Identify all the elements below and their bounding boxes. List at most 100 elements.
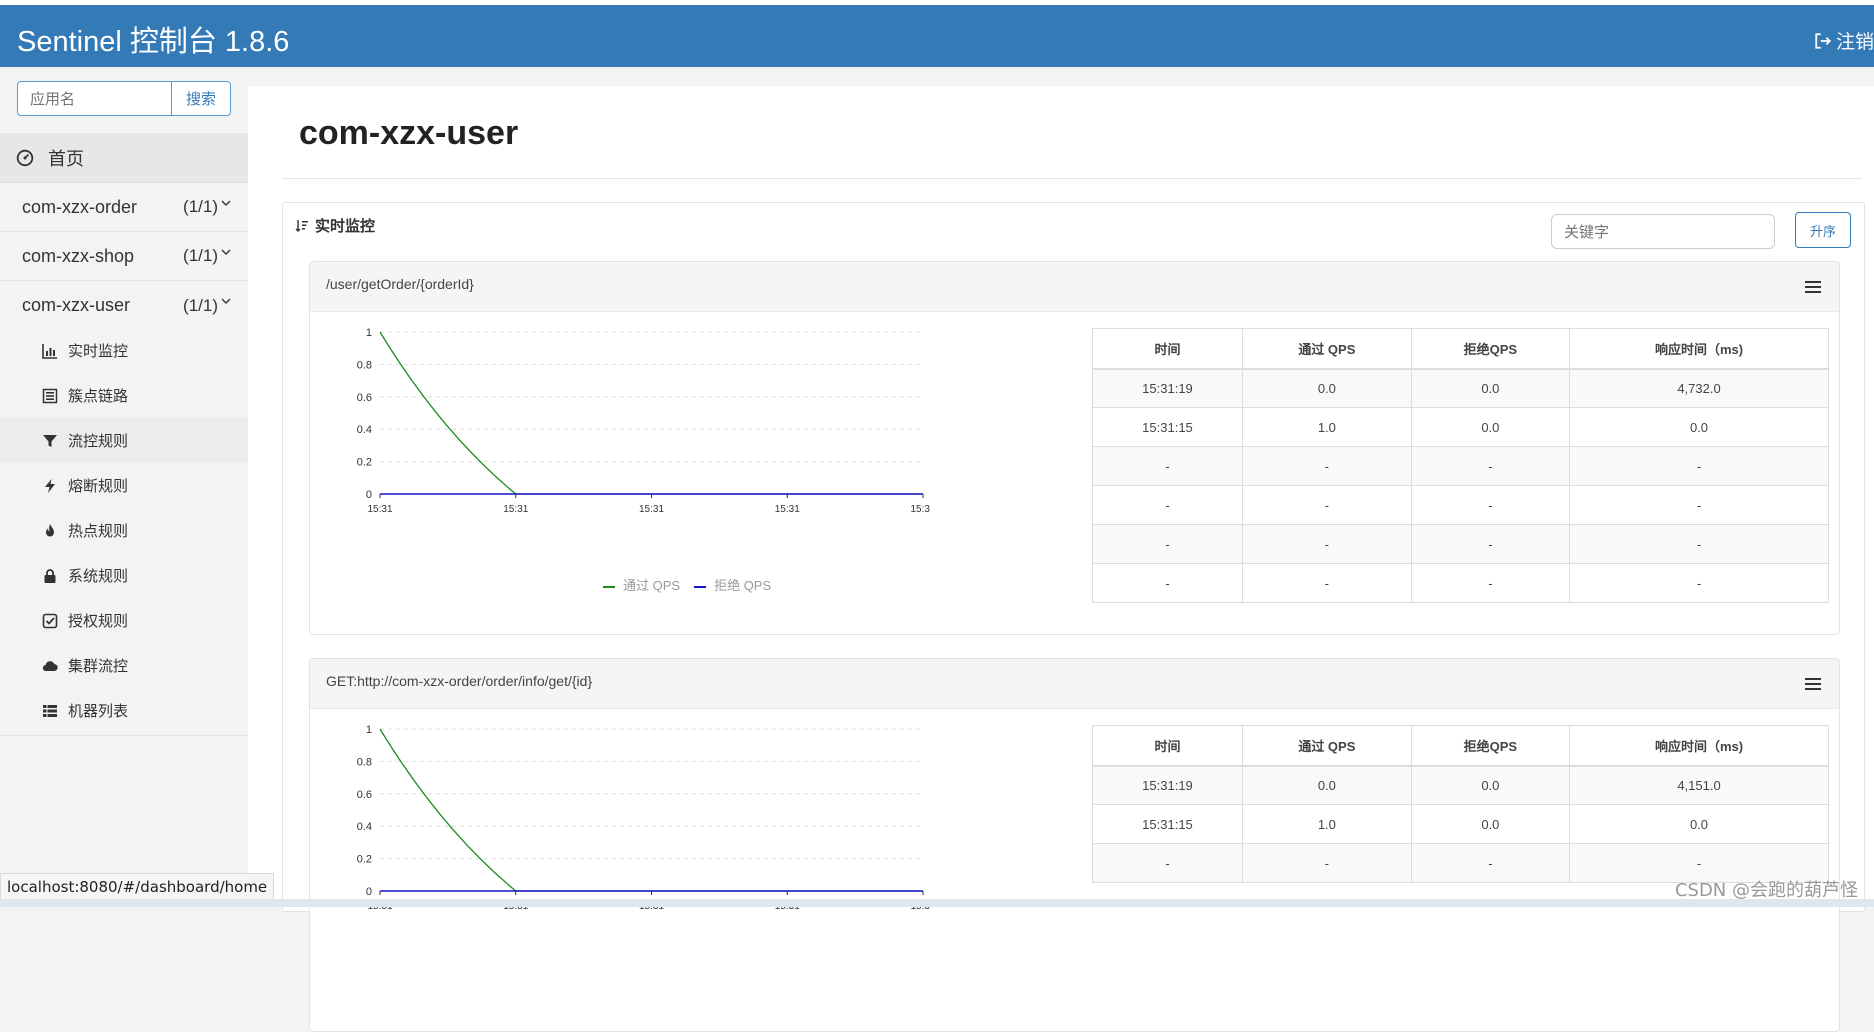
table-row: 15:31:15 1.0 0.0 0.0 [1092, 407, 1829, 447]
app-search-input[interactable] [17, 81, 171, 116]
col-time: 时间 [1092, 725, 1243, 767]
cell: - [1241, 843, 1412, 883]
sidebar-item-hotspot-rules[interactable]: 热点规则 [0, 508, 248, 553]
table-row: ---- [1092, 524, 1829, 564]
sidebar-item-label: 流控规则 [68, 432, 129, 450]
legend-label: 通过 QPS [623, 578, 681, 593]
sidebar-item-auth-rules[interactable]: 授权规则 [0, 598, 248, 643]
taskbar [0, 899, 1874, 907]
legend-label: 拒绝 QPS [714, 578, 772, 593]
list-alt-icon [42, 388, 58, 403]
bar-chart-icon [42, 343, 57, 359]
x-tick-label: 15:31 [910, 504, 930, 515]
keyword-input[interactable] [1551, 214, 1775, 249]
sidebar-item-label: 熔断规则 [68, 477, 129, 495]
y-tick-label: 0.8 [357, 756, 372, 768]
x-tick-label: 15:31 [367, 504, 392, 515]
legend-item-block[interactable]: 拒绝 QPS [694, 575, 771, 594]
qps-line-chart: 00.20.40.60.8115:3115:3115:3115:3115:31 [357, 724, 930, 912]
sidebar-app-shop[interactable]: com-xzx-shop (1/1) [0, 232, 248, 281]
status-bar-url: localhost:8080/#/dashboard/home [0, 873, 275, 901]
sidebar-app-order[interactable]: com-xzx-order (1/1) [0, 183, 248, 232]
chevron-down-icon [221, 200, 231, 206]
sidebar-item-degrade-rules[interactable]: 熔断规则 [0, 463, 248, 508]
realtime-monitor-panel: 实时监控 升序 /user/getOrder/{orderId} 0 0.2 0.4… [282, 202, 1865, 1032]
y-tick-label: 0 [366, 489, 372, 501]
cell: 1.0 [1241, 407, 1412, 447]
y-tick-label: 0.4 [357, 821, 372, 833]
logout-icon [1815, 32, 1832, 49]
resource-card-header: /user/getOrder/{orderId} [310, 262, 1839, 312]
cell: - [1092, 446, 1243, 486]
resource-card: GET:http://com-xzx-order/order/info/get/… [309, 658, 1840, 1032]
sidebar-item-home[interactable]: 首页 [0, 133, 248, 183]
sidebar-item-cluster-chain[interactable]: 簇点链路 [0, 373, 248, 418]
col-block-qps: 拒绝QPS [1410, 328, 1571, 370]
sort-icon [295, 219, 308, 232]
table-row: 15:31:19 0.0 0.0 4,151.0 [1092, 765, 1829, 805]
cell: - [1410, 563, 1571, 603]
y-tick-label: 0.2 [357, 457, 372, 469]
menu-icon[interactable] [1805, 677, 1821, 691]
sidebar-item-label: 实时监控 [68, 342, 129, 360]
search-button[interactable]: 搜索 [171, 81, 231, 116]
cell: - [1569, 563, 1829, 603]
sidebar-app-user[interactable]: com-xzx-user (1/1) [0, 281, 248, 330]
legend-item-pass[interactable]: 通过 QPS [603, 575, 680, 594]
chevron-down-icon [221, 298, 231, 304]
y-tick-label: 0.6 [357, 392, 372, 404]
cell: - [1410, 843, 1571, 883]
series-line-pass-qps [379, 728, 923, 892]
sidebar-item-system-rules[interactable]: 系统规则 [0, 553, 248, 598]
app-search: 搜索 [17, 81, 231, 116]
cell: 4,732.0 [1569, 368, 1829, 408]
table-row: ---- [1092, 485, 1829, 525]
cloud-icon [42, 660, 58, 671]
top-navbar: Sentinel 控制台 1.8.6 注销 [0, 5, 1874, 67]
cell: 0.0 [1569, 407, 1829, 447]
sidebar-item-label: 簇点链路 [68, 387, 129, 405]
sidebar-item-label: 集群流控 [68, 657, 129, 675]
sidebar-item-flow-rules[interactable]: 流控规则 [0, 418, 248, 463]
th-list-icon [43, 704, 57, 717]
sidebar-item-cluster-flow[interactable]: 集群流控 [0, 643, 248, 688]
y-tick-label: 0 [366, 886, 372, 898]
table-header-row: 时间 通过 QPS 拒绝QPS 响应时间（ms) [1092, 328, 1829, 370]
cell: - [1569, 485, 1829, 525]
sort-order-button[interactable]: 升序 [1795, 212, 1851, 248]
cell: 0.0 [1410, 368, 1571, 408]
panel-heading-label: 实时监控 [315, 217, 376, 235]
lock-icon [44, 568, 56, 583]
cell: - [1092, 843, 1243, 883]
cell: 4,151.0 [1569, 765, 1829, 805]
cell: - [1092, 485, 1243, 525]
app-machine-count: (1/1) [183, 295, 218, 315]
app-brand[interactable]: Sentinel 控制台 1.8.6 [17, 18, 289, 60]
table-row: ---- [1092, 446, 1829, 486]
col-rt: 响应时间（ms) [1569, 328, 1829, 370]
cell: 0.0 [1569, 804, 1829, 844]
dashboard-icon [16, 149, 34, 166]
cell: 0.0 [1241, 765, 1412, 805]
main-content: com-xzx-user 实时监控 升序 /user/getOrder/{ord… [248, 86, 1874, 1032]
series-line-pass-qps [379, 331, 923, 495]
cell: - [1092, 563, 1243, 603]
menu-icon[interactable] [1805, 280, 1821, 294]
cell: 0.0 [1410, 407, 1571, 447]
fire-icon [46, 523, 54, 536]
cell: 15:31:19 [1092, 765, 1243, 805]
qps-table: 时间 通过 QPS 拒绝QPS 响应时间（ms) 15:31:19 0.0 0.0 4… [1092, 328, 1829, 603]
col-rt: 响应时间（ms) [1569, 725, 1829, 767]
sidebar-item-realtime-monitor[interactable]: 实时监控 [0, 328, 248, 373]
cell: 0.0 [1410, 804, 1571, 844]
logout-label: 注销 [1835, 31, 1874, 53]
cell: - [1241, 485, 1412, 525]
x-tick-label: 15:31 [503, 504, 528, 515]
panel-heading: 实时监控 [295, 215, 375, 236]
sidebar-item-machine-list[interactable]: 机器列表 [0, 688, 248, 733]
logout-link[interactable]: 注销 [1814, 27, 1874, 54]
y-tick-label: 1 [366, 724, 372, 736]
cell: - [1092, 524, 1243, 564]
resource-card-header: GET:http://com-xzx-order/order/info/get/… [310, 659, 1839, 709]
sidebar-item-label: 授权规则 [68, 612, 129, 630]
